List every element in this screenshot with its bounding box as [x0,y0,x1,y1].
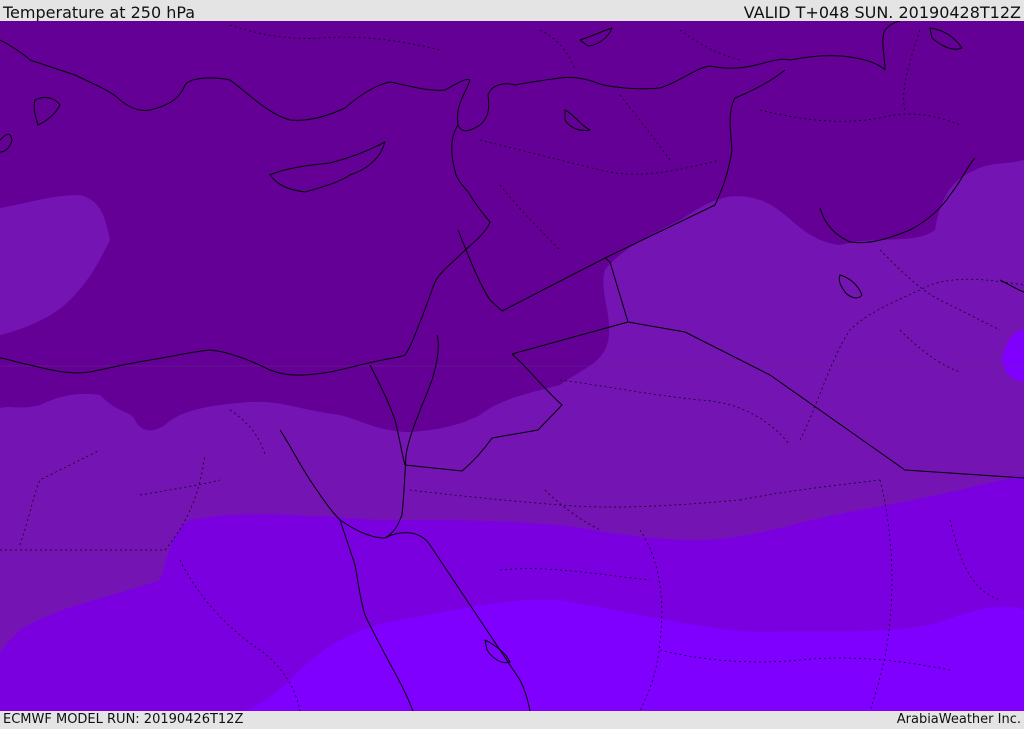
valid-time-label: VALID T+048 SUN. 20190428T12Z [743,3,1021,22]
header-bar: Temperature at 250 hPa VALID T+048 SUN. … [0,0,1024,22]
map-title: Temperature at 250 hPa [3,3,196,22]
credit-label: ArabiaWeather Inc. [896,712,1021,727]
model-run-label: ECMWF MODEL RUN: 20190426T12Z [3,712,244,727]
footer-bar: ECMWF MODEL RUN: 20190426T12Z ArabiaWeat… [0,711,1024,729]
temperature-map[interactable] [0,21,1024,711]
